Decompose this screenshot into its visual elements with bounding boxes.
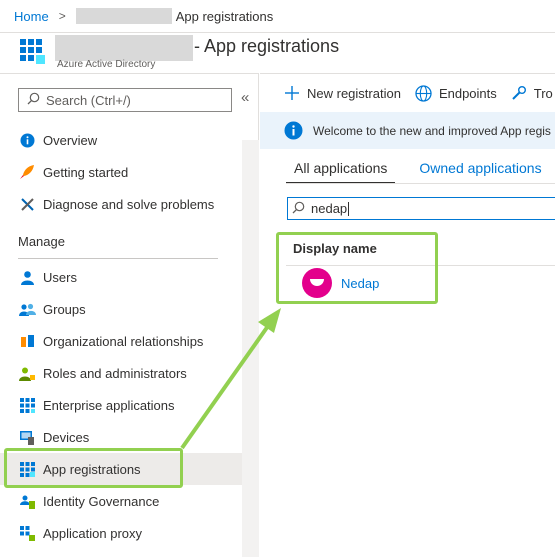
- tabs-divider: [286, 183, 555, 184]
- device-icon: [18, 428, 36, 446]
- welcome-banner: Welcome to the new and improved App regi…: [260, 112, 555, 149]
- group-icon: [18, 300, 36, 318]
- sidebar-item-identity-governance[interactable]: Identity Governance: [0, 485, 242, 517]
- troubleshooting-button[interactable]: Tro: [511, 85, 553, 101]
- app-registrations-icon: [20, 39, 46, 68]
- endpoints-label: Endpoints: [438, 85, 497, 101]
- info-icon: [284, 121, 303, 140]
- sidebar-item-overview[interactable]: Overview: [0, 124, 242, 156]
- page-subtitle: Azure Active Directory: [57, 59, 156, 70]
- governance-icon: [18, 492, 36, 510]
- search-icon: [27, 92, 40, 108]
- breadcrumb-home-link[interactable]: Home: [14, 9, 49, 24]
- text-cursor: [348, 201, 350, 216]
- app-tabs: All applications Owned applications: [286, 160, 555, 184]
- org-icon: [18, 332, 36, 350]
- search-placeholder: Search (Ctrl+/): [46, 92, 131, 108]
- sidebar-item-application-proxy[interactable]: Application proxy: [0, 517, 242, 549]
- section-divider: [18, 258, 218, 259]
- rocket-icon: [18, 163, 36, 181]
- breadcrumb-current: App registrations: [175, 8, 274, 24]
- enterprise-apps-icon: [18, 396, 36, 414]
- new-registration-label: New registration: [307, 85, 401, 101]
- highlight-box-result: [276, 232, 438, 304]
- sidebar-item-roles[interactable]: Roles and administrators: [0, 357, 242, 389]
- sidebar-item-label: Application proxy: [43, 525, 142, 541]
- troubleshooting-label: Tro: [533, 85, 553, 101]
- sidebar-search-input[interactable]: Search (Ctrl+/): [18, 88, 232, 112]
- plus-icon: [284, 85, 300, 101]
- sidebar-section-manage: Manage: [18, 234, 65, 249]
- sidebar-item-diagnose[interactable]: Diagnose and solve problems: [0, 188, 242, 220]
- sidebar-item-label: Users: [43, 269, 77, 285]
- breadcrumb: Home > App registrations: [0, 0, 555, 33]
- sidebar-item-label: Roles and administrators: [43, 365, 187, 381]
- sidebar-item-label: Overview: [43, 132, 98, 148]
- wrench-icon: [511, 85, 527, 101]
- sidebar-item-groups[interactable]: Groups: [0, 293, 242, 325]
- page-title: - App registrations: [194, 36, 340, 56]
- sidebar-item-getting-started[interactable]: Getting started: [0, 156, 242, 188]
- command-bar: New registration Endpoints Tro: [260, 74, 555, 112]
- filter-value: nedap: [311, 201, 348, 216]
- app-filter-input[interactable]: nedap: [287, 197, 555, 220]
- info-icon: [18, 131, 36, 149]
- roles-icon: [18, 364, 36, 382]
- search-icon: [292, 201, 305, 217]
- sidebar-scrollbar[interactable]: [242, 140, 259, 557]
- sidebar-item-label: Enterprise applications: [43, 397, 175, 413]
- redacted-tenant-title: [55, 35, 193, 61]
- main-content: New registration Endpoints Tro Welcome t…: [260, 73, 555, 557]
- banner-text: Welcome to the new and improved App regi…: [313, 123, 551, 138]
- page-header: - App registrations Azure Active Directo…: [0, 33, 555, 73]
- highlight-box-app-registrations: [4, 448, 183, 488]
- sidebar-item-label: Identity Governance: [43, 493, 160, 509]
- collapse-sidebar-button[interactable]: «: [241, 89, 249, 106]
- globe-icon: [415, 84, 432, 102]
- sidebar-item-label: Organizational relationships: [43, 333, 204, 349]
- new-registration-button[interactable]: New registration: [284, 85, 401, 101]
- sidebar-item-label: Getting started: [43, 164, 129, 180]
- wrench-icon: [18, 195, 36, 213]
- chevron-right-icon: >: [58, 9, 66, 23]
- sidebar-item-label: Groups: [43, 301, 86, 317]
- sidebar-item-label: Diagnose and solve problems: [43, 196, 215, 212]
- tab-owned-applications[interactable]: Owned applications: [411, 160, 549, 184]
- sidebar-item-label: Devices: [43, 429, 90, 445]
- redacted-tenant-name: [75, 8, 172, 24]
- tab-all-applications[interactable]: All applications: [286, 160, 396, 184]
- user-icon: [18, 268, 36, 286]
- sidebar-item-org-relationships[interactable]: Organizational relationships: [0, 325, 242, 357]
- sidebar-item-users[interactable]: Users: [0, 261, 242, 293]
- proxy-icon: [18, 524, 36, 542]
- sidebar-item-enterprise-applications[interactable]: Enterprise applications: [0, 389, 242, 421]
- endpoints-button[interactable]: Endpoints: [415, 84, 497, 102]
